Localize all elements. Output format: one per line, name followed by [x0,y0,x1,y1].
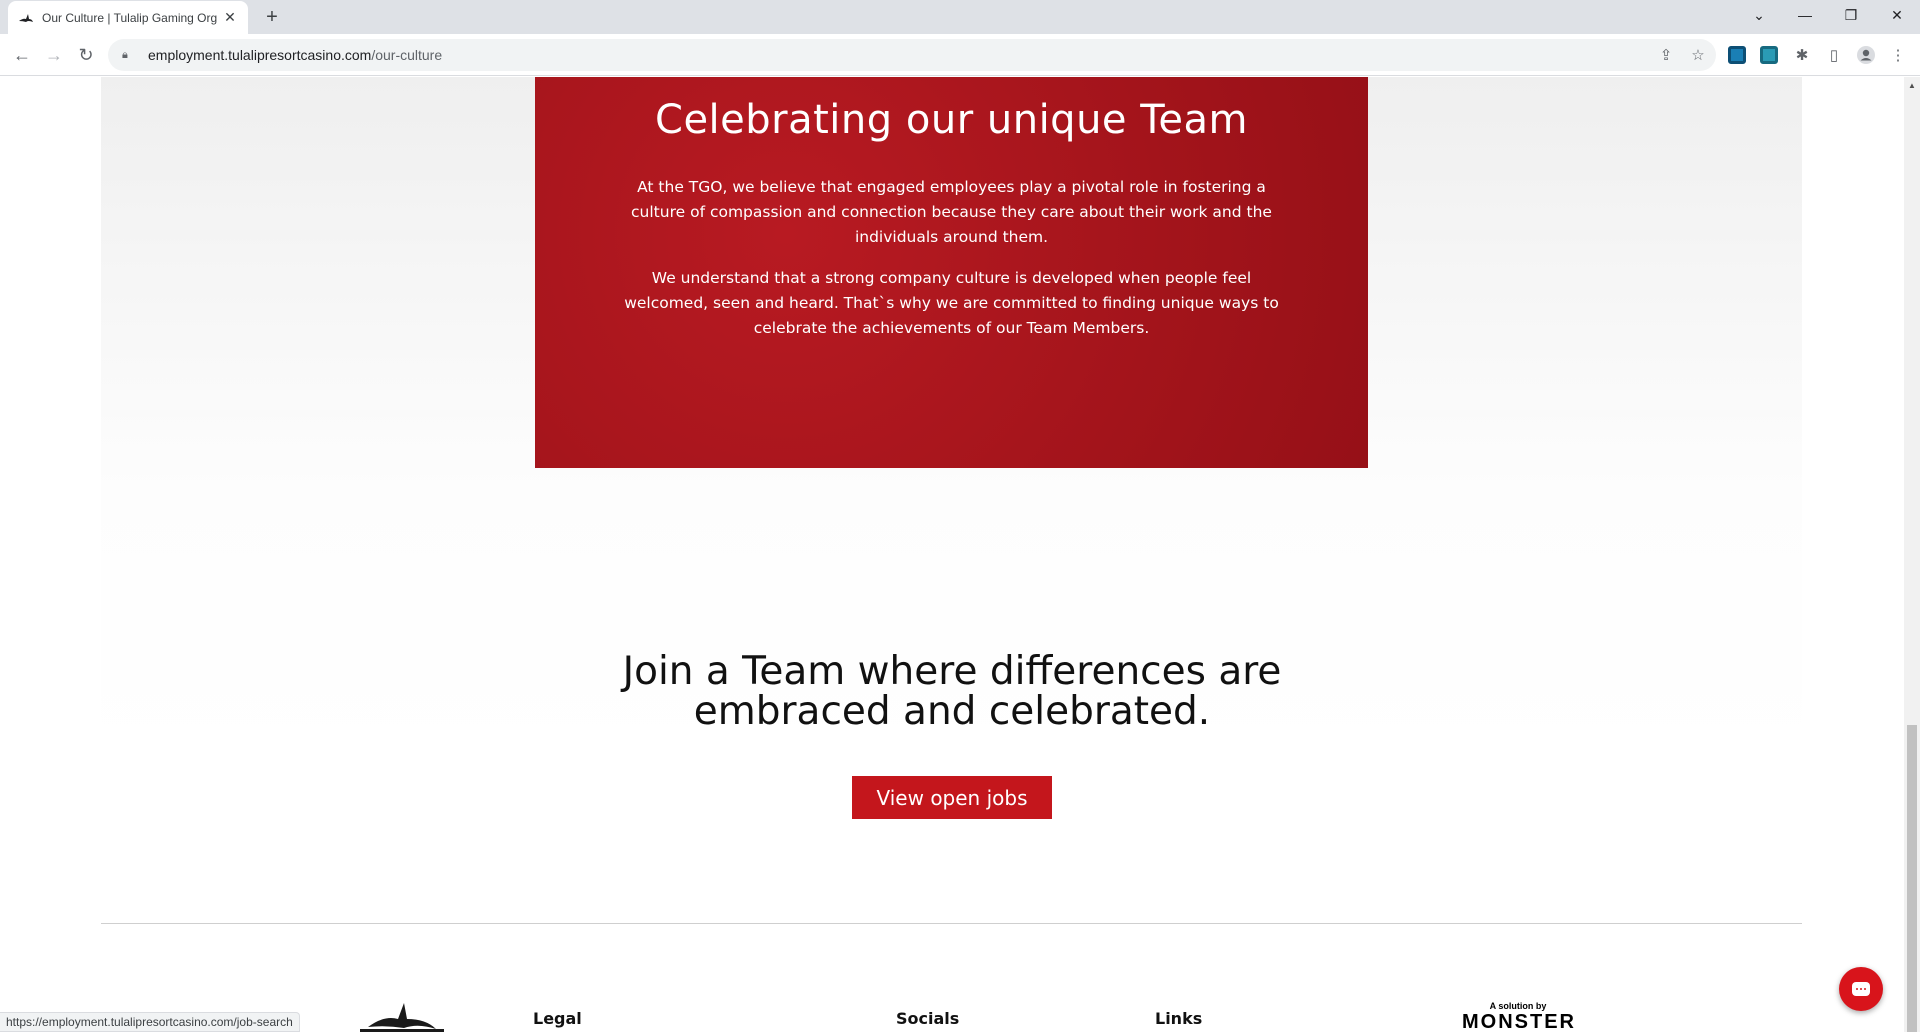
footer-legal-heading: Legal [533,1009,582,1028]
tab-search-chevron-icon[interactable]: ⌄ [1736,0,1782,30]
join-team-heading: Join a Team where differences are embrac… [622,649,1282,734]
monster-tagline: A solution by [1489,1001,1547,1011]
chat-bubble-icon [1852,982,1870,996]
close-window-icon[interactable]: ✕ [1874,0,1920,30]
browser-tab-strip: Our Culture | Tulalip Gaming Org ✕ + ⌄ —… [0,0,1920,34]
page-scrollbar[interactable]: ▲ [1904,77,1920,1032]
view-open-jobs-button[interactable]: View open jobs [852,776,1052,819]
culture-paragraph-1: At the TGO, we believe that engaged empl… [631,178,1272,246]
scroll-up-arrow-icon[interactable]: ▲ [1904,77,1920,94]
extension-1-icon[interactable] [1728,46,1746,64]
side-panel-icon[interactable]: ▯ [1822,43,1846,67]
url-host: employment.tulalipresortcasino.com [148,47,372,63]
monster-logo[interactable]: A solution by MONSTER [1462,1001,1574,1032]
bookmark-star-icon[interactable]: ☆ [1686,43,1710,67]
back-arrow-icon[interactable]: ← [8,41,36,69]
restore-window-icon[interactable]: ❐ [1828,0,1874,30]
page-viewport: Celebrating our unique Team At the TGO, … [0,77,1904,1032]
share-icon[interactable]: ⇪ [1654,43,1678,67]
extension-2-icon[interactable] [1760,46,1778,64]
address-bar[interactable]: 🔒︎ employment.tulalipresortcasino.com/ou… [108,39,1716,71]
footer-links-heading: Links [1155,1009,1203,1028]
tulalip-favicon-icon [18,10,34,26]
minimize-window-icon[interactable]: — [1782,0,1828,30]
monster-brand: MONSTER [1462,1011,1576,1032]
lock-icon: 🔒︎ [122,48,128,61]
url-path: /our-culture [371,47,443,63]
tab-close-icon[interactable]: ✕ [222,9,238,26]
tulalip-footer-logo[interactable] [360,1001,444,1032]
browser-menu-icon[interactable]: ⋮ [1886,43,1910,67]
reload-icon[interactable]: ↻ [72,41,100,69]
culture-paragraph-2: We understand that a strong company cult… [624,269,1279,337]
footer-socials-heading: Socials [896,1009,960,1028]
chat-launcher-button[interactable] [1839,967,1883,1011]
tab-title: Our Culture | Tulalip Gaming Org [42,10,218,25]
new-tab-icon[interactable]: + [260,5,284,29]
browser-toolbar: ← → ↻ 🔒︎ employment.tulalipresortcasino.… [0,34,1920,76]
culture-card: Celebrating our unique Team At the TGO, … [535,77,1368,468]
footer-divider [101,923,1802,924]
link-status-bar: https://employment.tulalipresortcasino.c… [0,1012,300,1032]
scrollbar-thumb[interactable] [1907,725,1917,1032]
profile-avatar-icon[interactable] [1854,43,1878,67]
forward-arrow-icon[interactable]: → [40,41,68,69]
culture-heading: Celebrating our unique Team [655,97,1248,143]
extensions-puzzle-icon[interactable]: ✱ [1790,43,1814,67]
browser-tab[interactable]: Our Culture | Tulalip Gaming Org ✕ [8,1,248,34]
